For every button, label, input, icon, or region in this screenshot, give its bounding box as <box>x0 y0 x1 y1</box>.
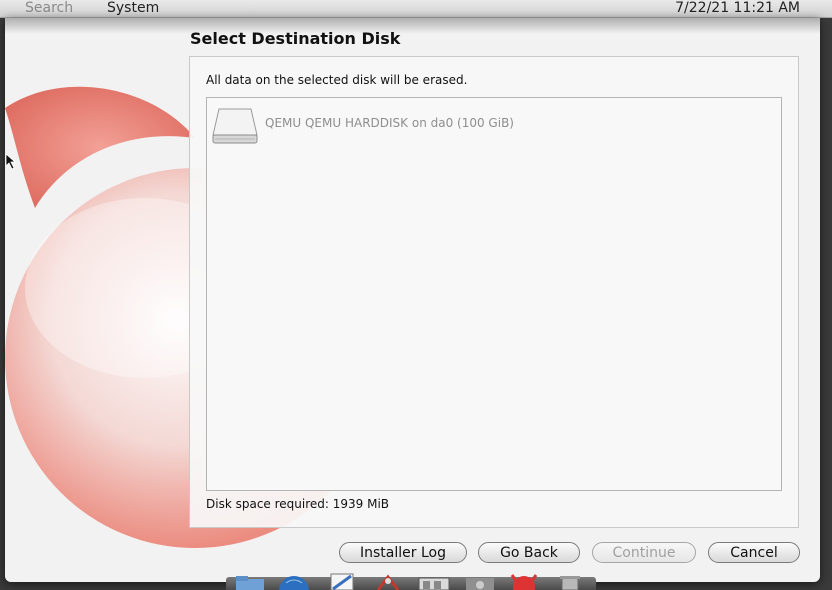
disk-list[interactable]: QEMU QEMU HARDDISK on da0 (100 GiB) <box>206 97 782 491</box>
menubar-system[interactable]: System <box>107 0 159 17</box>
disk-item[interactable]: QEMU QEMU HARDDISK on da0 (100 GiB) <box>211 106 771 146</box>
dock <box>226 573 596 590</box>
globe-icon[interactable] <box>276 573 312 590</box>
disk-label: QEMU QEMU HARDDISK on da0 (100 GiB) <box>265 116 514 130</box>
installer-window: Select Destination Disk All data on the … <box>5 18 820 582</box>
hard-disk-icon <box>212 108 258 144</box>
window-top-shadow <box>5 18 820 34</box>
gear-icon[interactable] <box>462 573 498 590</box>
menubar-search[interactable]: Search <box>25 0 73 17</box>
mouse-cursor-icon <box>6 154 16 170</box>
bsd-daemon-icon[interactable] <box>506 573 542 590</box>
space-required-text: Disk space required: 1939 MiB <box>206 497 390 511</box>
folder-icon[interactable] <box>232 573 268 590</box>
scissors-icon[interactable] <box>370 573 406 590</box>
window-icon[interactable] <box>416 573 452 590</box>
menubar: Search System 7/22/21 11:21 AM <box>0 0 832 18</box>
menubar-clock[interactable]: 7/22/21 11:21 AM <box>675 0 800 17</box>
erase-warning: All data on the selected disk will be er… <box>206 73 468 87</box>
notepad-icon[interactable] <box>324 573 360 590</box>
installer-log-button[interactable]: Installer Log <box>339 542 467 563</box>
cancel-button[interactable]: Cancel <box>708 542 800 563</box>
go-back-button[interactable]: Go Back <box>478 542 580 563</box>
trash-icon[interactable] <box>552 573 588 590</box>
continue-button[interactable]: Continue <box>592 542 696 563</box>
content-panel: All data on the selected disk will be er… <box>189 56 799 528</box>
